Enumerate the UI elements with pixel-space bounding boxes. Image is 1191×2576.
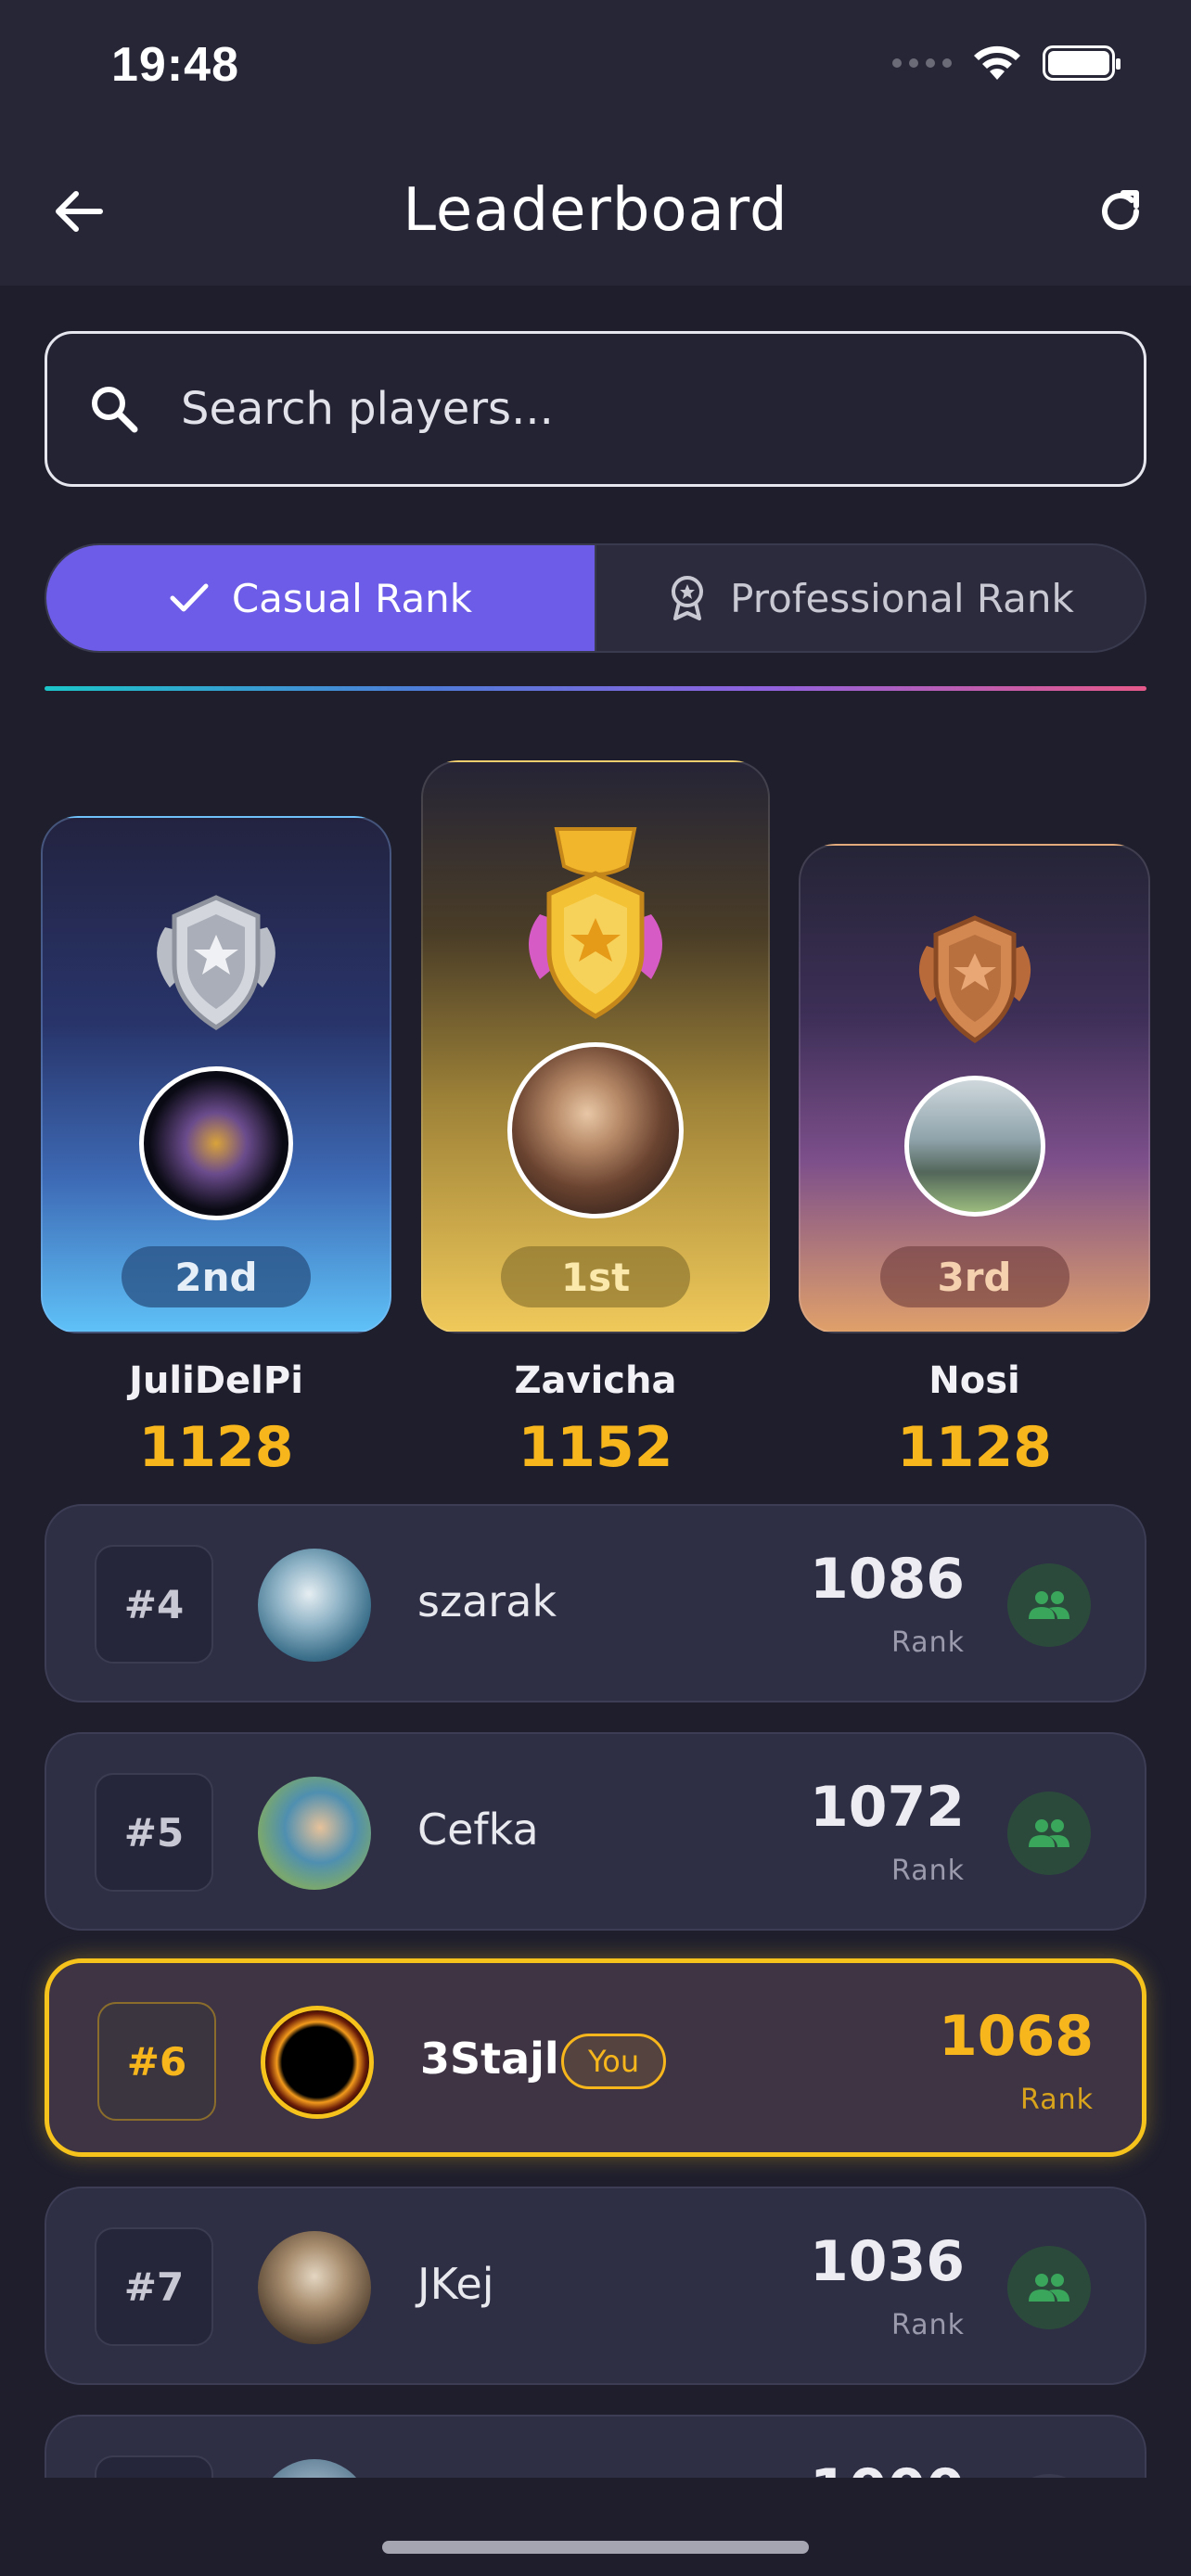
avatar-juli-del-pi [139, 1066, 293, 1220]
status-time: 19:48 [111, 38, 239, 92]
player-name: 3Stajl [420, 2034, 559, 2084]
rank-label: Rank [891, 1626, 965, 1659]
status-bar: 19:48 [0, 0, 1191, 139]
tab-professional-rank-label: Professional Rank [730, 575, 1074, 621]
podium-card-second[interactable]: 2nd [41, 816, 391, 1333]
gradient-divider [45, 686, 1146, 691]
status-icons [892, 45, 1121, 82]
people-icon [1029, 2274, 1069, 2302]
search-input[interactable] [181, 383, 1016, 435]
player-score: 1036 [810, 2229, 965, 2294]
list-item[interactable]: #4 szarak 1086 Rank [45, 1504, 1146, 1702]
silver-medal-icon [157, 895, 275, 1030]
player-name: JKej [417, 2259, 494, 2309]
people-icon [1029, 1819, 1069, 1847]
podium-name-first: Zavicha [514, 1359, 677, 1402]
friends-button[interactable] [1007, 1792, 1091, 1875]
list-item-current-user[interactable]: #6 3Stajl You 1068 Rank [45, 1958, 1146, 2157]
home-indicator[interactable] [382, 2541, 809, 2554]
player-score: 1072 [810, 1775, 965, 1840]
rank-label: Rank [891, 2309, 965, 2341]
podium-score-first: 1152 [518, 1415, 673, 1480]
people-icon [1029, 1591, 1069, 1619]
rank-number: #4 [95, 1545, 213, 1664]
cellular-signal-icon [892, 58, 952, 68]
wifi-icon [974, 45, 1020, 80]
avatar-zavicha [507, 1042, 684, 1218]
bottom-safe-area [0, 2478, 1191, 2576]
app-header: Leaderboard [0, 139, 1191, 286]
friends-button[interactable] [1007, 2246, 1091, 2329]
tab-casual-rank-label: Casual Rank [231, 575, 473, 621]
list-item[interactable]: #7 JKej 1036 Rank [45, 2187, 1146, 2385]
player-score: 1086 [810, 1547, 965, 1612]
avatar [258, 2231, 371, 2344]
place-badge-third: 3rd [879, 1246, 1069, 1307]
avatar [258, 1549, 371, 1662]
rank-label: Rank [891, 1855, 965, 1887]
rank-number: #5 [95, 1773, 213, 1892]
refresh-button[interactable] [1087, 178, 1154, 245]
podium-score-third: 1128 [897, 1415, 1052, 1480]
tab-professional-rank[interactable]: Professional Rank [595, 545, 1145, 651]
tab-casual-rank[interactable]: Casual Rank [46, 545, 595, 651]
player-name: Cefka [417, 1804, 539, 1855]
podium-card-third[interactable]: 3rd [799, 844, 1150, 1333]
place-badge-first: 1st [501, 1246, 690, 1307]
page-title: Leaderboard [403, 176, 788, 245]
player-name: szarak [417, 1576, 557, 1626]
podium-card-first[interactable]: 1st [421, 760, 770, 1333]
list-item[interactable]: #5 Cefka 1072 Rank [45, 1732, 1146, 1931]
award-icon [672, 576, 704, 620]
refresh-icon [1102, 190, 1139, 231]
search-box[interactable] [45, 331, 1146, 487]
podium-name-third: Nosi [928, 1359, 1020, 1402]
search-icon [86, 381, 142, 437]
gold-medal-icon [529, 827, 662, 1019]
check-icon [170, 583, 209, 612]
place-badge-second: 2nd [122, 1246, 311, 1307]
rank-number: #7 [95, 2227, 213, 2346]
avatar [258, 1777, 371, 1890]
podium-name-second: JuliDelPi [129, 1359, 303, 1402]
player-score: 1068 [939, 2004, 1094, 2069]
you-badge: You [561, 2034, 667, 2089]
battery-icon [1043, 45, 1121, 81]
rank-label: Rank [1020, 2084, 1094, 2116]
friends-button[interactable] [1007, 1563, 1091, 1647]
avatar [261, 2006, 374, 2119]
avatar-nosi [903, 1076, 1045, 1217]
rank-number: #6 [97, 2002, 216, 2121]
rank-toggle: Casual Rank Professional Rank [45, 543, 1146, 653]
bronze-medal-icon [918, 915, 1031, 1044]
podium-score-second: 1128 [138, 1415, 294, 1480]
